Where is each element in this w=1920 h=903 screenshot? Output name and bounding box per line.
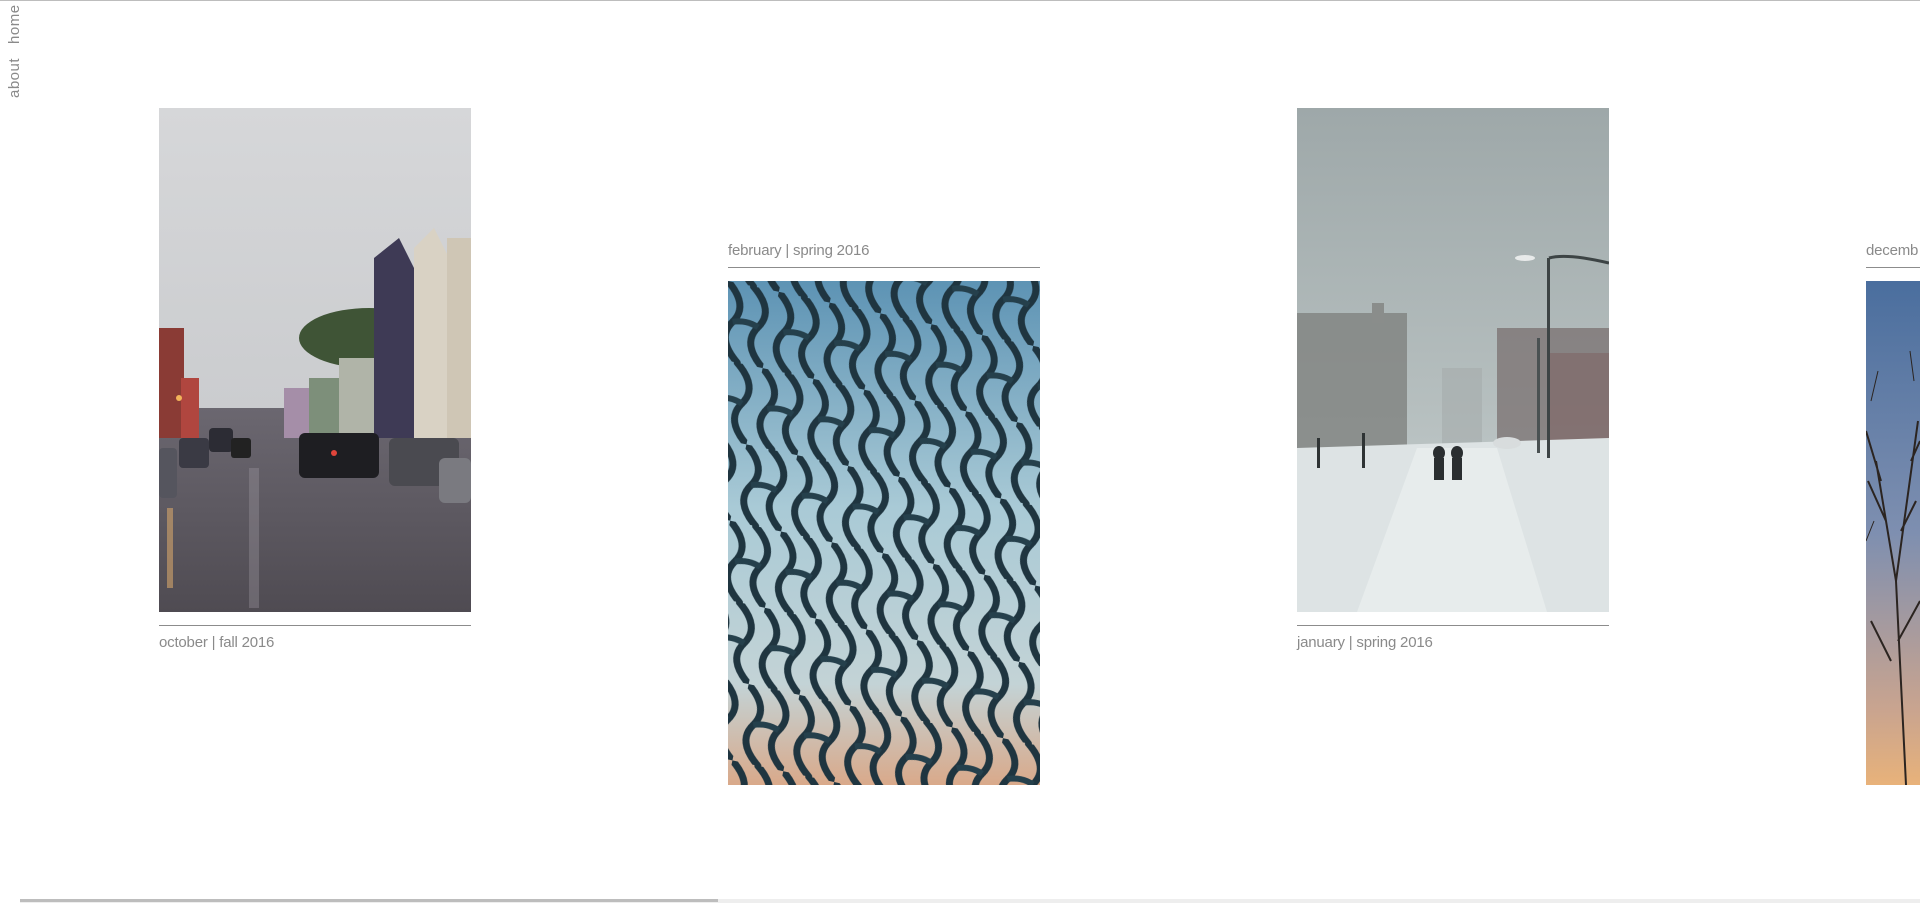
photo-chain-link-fence[interactable] xyxy=(728,281,1040,785)
photo-snowy-street[interactable] xyxy=(1297,108,1609,612)
photo-caption[interactable]: october | fall 2016 xyxy=(159,634,274,651)
horizontal-photo-gallery[interactable]: october | fall 2016 february | spring 20… xyxy=(0,0,1920,900)
photo-rainy-street[interactable] xyxy=(159,108,471,612)
horizontal-scrollbar-thumb[interactable] xyxy=(20,899,718,902)
caption-divider xyxy=(1866,267,1920,268)
caption-divider xyxy=(159,625,471,626)
caption-divider xyxy=(1297,625,1609,626)
photo-caption[interactable]: january | spring 2016 xyxy=(1297,634,1433,651)
caption-divider xyxy=(728,267,1040,268)
photo-caption[interactable]: february | spring 2016 xyxy=(728,242,869,259)
photo-bare-tree[interactable] xyxy=(1866,281,1920,785)
photo-caption[interactable]: decemb xyxy=(1866,242,1920,259)
